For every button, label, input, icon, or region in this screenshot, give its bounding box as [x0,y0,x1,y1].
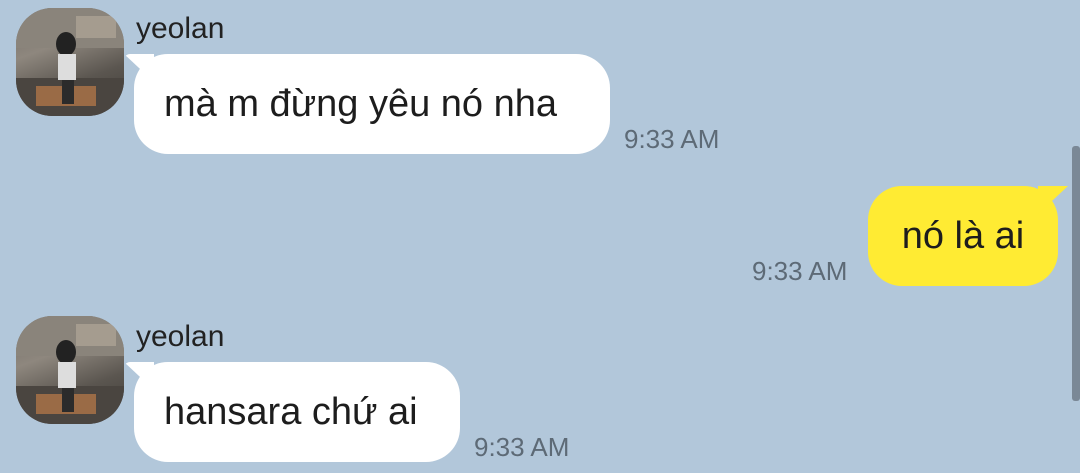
message-text: nó là ai [901,215,1025,257]
avatar-photo [16,8,124,116]
sender-name: yeolan [136,12,225,45]
scrollbar-thumb[interactable] [1072,146,1080,401]
chat-room: yeolan mà m đừng yêu nó nha 9:33 AM 9:33… [0,0,1080,473]
message-timestamp: 9:33 AM [752,256,848,286]
avatar[interactable] [16,316,124,424]
message-text: mà m đừng yêu nó nha [164,83,558,125]
incoming-message-bubble[interactable]: mà m đừng yêu nó nha [134,54,610,154]
outgoing-message-bubble[interactable]: nó là ai [868,186,1058,286]
message-text: hansara chứ ai [164,391,418,433]
message-timestamp: 9:33 AM [624,124,720,154]
incoming-message-bubble[interactable]: hansara chứ ai [134,362,460,462]
sender-name: yeolan [136,320,225,353]
avatar[interactable] [16,8,124,116]
message-timestamp: 9:33 AM [474,432,570,462]
avatar-photo [16,316,124,424]
